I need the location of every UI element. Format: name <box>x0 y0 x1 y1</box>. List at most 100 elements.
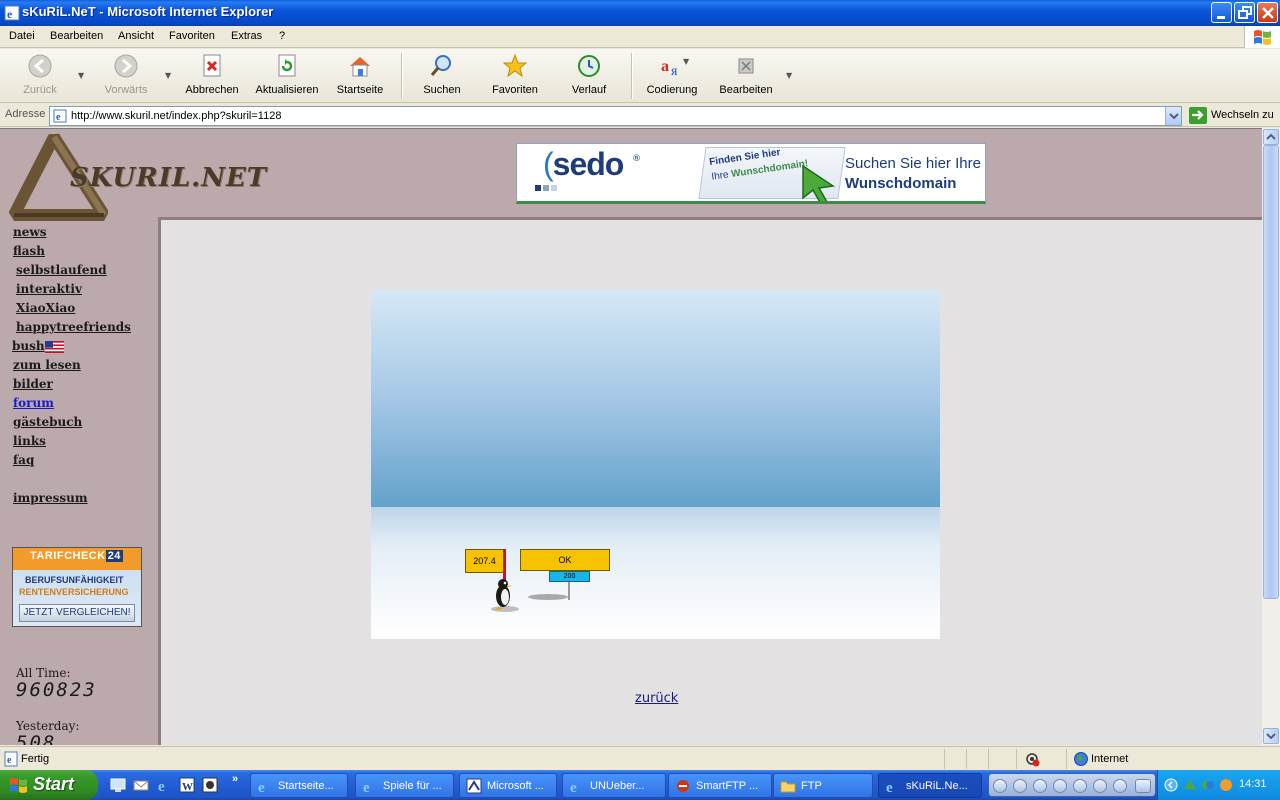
minimize-icon <box>1217 16 1225 19</box>
encoding-dropdown-icon[interactable]: ▼ <box>683 57 689 66</box>
nav-bush[interactable]: bush <box>12 339 45 353</box>
marker-sign: 200 <box>549 571 590 582</box>
system-tray: 14:31 <box>1157 770 1280 800</box>
go-arrow-icon <box>1189 107 1207 124</box>
menu-extras[interactable]: Extras <box>231 30 262 42</box>
nav-impressum[interactable]: impressum <box>13 491 88 505</box>
privacy-icon[interactable] <box>1024 751 1040 767</box>
task-skuril[interactable]: e sKuRiL.Ne... <box>878 773 982 798</box>
media-pause-icon[interactable] <box>1033 779 1047 793</box>
menu-bar: Datei Bearbeiten Ansicht Favoriten Extra… <box>0 26 1280 48</box>
close-button[interactable] <box>1257 2 1278 23</box>
task-smartftp[interactable]: SmartFTP ... <box>668 773 772 798</box>
back-link[interactable]: zurück <box>635 691 678 706</box>
status-pane <box>966 749 986 769</box>
search-icon <box>430 55 451 76</box>
clock: 14:31 <box>1239 778 1267 790</box>
home-button[interactable]: Startseite <box>335 53 385 96</box>
edit-dropdown-icon[interactable]: ▼ <box>786 71 792 80</box>
menu-favoriten[interactable]: Favoriten <box>169 30 215 42</box>
nav-selbstlaufend[interactable]: selbstlaufend <box>16 263 107 277</box>
media-next-icon[interactable] <box>1093 779 1107 793</box>
nav-bilder[interactable]: bilder <box>13 377 53 391</box>
address-input[interactable]: e http://www.skuril.net/index.php?skuril… <box>49 106 1182 126</box>
back-button[interactable]: Zurück <box>22 53 58 96</box>
minimize-button[interactable] <box>1211 2 1232 23</box>
task-ftp[interactable]: FTP <box>773 773 873 798</box>
forward-dropdown-icon[interactable]: ▼ <box>165 71 171 80</box>
media-stop-icon[interactable] <box>1053 779 1067 793</box>
quicklaunch-mail-icon[interactable] <box>133 777 149 793</box>
svg-text:e: e <box>570 780 577 794</box>
ad-cta-button[interactable]: JETZT VERGLEICHEN! <box>19 604 135 622</box>
menu-ansicht[interactable]: Ansicht <box>118 30 154 42</box>
forward-button[interactable]: Vorwärts <box>103 53 149 96</box>
menu-bearbeiten[interactable]: Bearbeiten <box>50 30 103 42</box>
quicklaunch-app-icon[interactable] <box>202 777 218 793</box>
svg-text:я: я <box>671 64 678 79</box>
quicklaunch-desktop-icon[interactable] <box>110 777 126 793</box>
nav-forum[interactable]: forum <box>13 396 54 410</box>
tray-messenger-icon[interactable] <box>1200 777 1216 793</box>
media-prev-icon[interactable] <box>1073 779 1087 793</box>
vertical-scrollbar[interactable] <box>1262 128 1280 745</box>
address-dropdown-button[interactable] <box>1165 107 1181 125</box>
back-dropdown-icon[interactable]: ▼ <box>78 71 84 80</box>
menu-help[interactable]: ? <box>279 30 285 42</box>
favorites-button[interactable]: Favoriten <box>491 53 539 96</box>
all-time-counter: 960823 <box>16 679 97 701</box>
yesterday-label: Yesterday: <box>16 719 80 733</box>
status-sign: OK <box>520 549 610 571</box>
site-logo[interactable]: SKURIL.NET <box>8 133 266 223</box>
ie-icon: e <box>4 5 20 21</box>
encoding-button[interactable]: aя Codierung <box>646 53 698 96</box>
flash-game[interactable]: 207.4 200 OK <box>371 290 940 639</box>
nav-links[interactable]: links <box>13 434 46 448</box>
scroll-down-button[interactable] <box>1263 728 1279 744</box>
chevron-down-icon <box>1169 113 1179 120</box>
nav-flash[interactable]: flash <box>13 244 45 258</box>
restore-button[interactable] <box>1234 2 1255 23</box>
nav-interaktiv[interactable]: interaktiv <box>16 282 82 296</box>
media-player-toolbar <box>988 773 1156 797</box>
nav-faq[interactable]: faq <box>13 453 34 467</box>
smartftp-icon <box>677 780 689 792</box>
quicklaunch-overflow-icon[interactable]: » <box>232 773 238 785</box>
edit-button[interactable]: Bearbeiten <box>719 53 773 96</box>
media-restore-icon[interactable] <box>1135 779 1151 793</box>
scroll-thumb[interactable] <box>1263 145 1279 599</box>
task-spiele[interactable]: e Spiele für ... <box>355 773 454 798</box>
close-icon <box>1262 7 1274 19</box>
media-logo-icon[interactable] <box>993 779 1007 793</box>
quicklaunch-ie-icon[interactable]: e <box>156 777 172 793</box>
start-button[interactable]: Start <box>0 770 98 800</box>
nav-zum-lesen[interactable]: zum lesen <box>13 358 81 372</box>
taskbar: Start e W » e Startseite... e Spiele für… <box>0 770 1280 800</box>
stop-button[interactable]: Abbrechen <box>184 53 240 96</box>
task-startseite[interactable]: e Startseite... <box>250 773 348 798</box>
svg-text:e: e <box>363 780 370 794</box>
sedo-banner[interactable]: (sedo ® Finden Sie hier Ihre Wunschdomai… <box>516 143 986 204</box>
nav-news[interactable]: news <box>13 225 46 239</box>
scroll-up-button[interactable] <box>1263 129 1279 145</box>
task-unueber[interactable]: e UNUeber... <box>562 773 666 798</box>
history-button[interactable]: Verlauf <box>571 53 607 96</box>
tray-network-icon[interactable] <box>1182 777 1198 793</box>
task-microsoft[interactable]: Microsoft ... <box>459 773 557 798</box>
go-button[interactable]: Wechseln zu <box>1189 106 1277 125</box>
tray-expand-icon[interactable] <box>1164 777 1178 793</box>
quicklaunch-word-icon[interactable]: W <box>179 777 195 793</box>
media-back-icon[interactable] <box>1013 779 1027 793</box>
svg-text:e: e <box>7 7 13 21</box>
search-button[interactable]: Suchen <box>423 53 461 96</box>
tray-mail-icon[interactable] <box>1218 777 1234 793</box>
nav-gaestebuch[interactable]: gästebuch <box>13 415 82 429</box>
tarifcheck-ad[interactable]: TARIFCHECK 24 BERUFSUNFÄHIGKEIT RENTENVER… <box>12 547 142 627</box>
menu-datei[interactable]: Datei <box>9 30 35 42</box>
title-bar[interactable]: e sKuRiL.NeT - Microsoft Internet Explor… <box>0 0 1280 26</box>
nav-happytreefriends[interactable]: happytreefriends <box>16 320 131 334</box>
refresh-button[interactable]: Aktualisieren <box>255 53 319 96</box>
svg-text:W: W <box>182 781 193 793</box>
nav-xiaoxiao[interactable]: XiaoXiao <box>16 301 75 315</box>
media-volume-icon[interactable] <box>1113 779 1127 793</box>
